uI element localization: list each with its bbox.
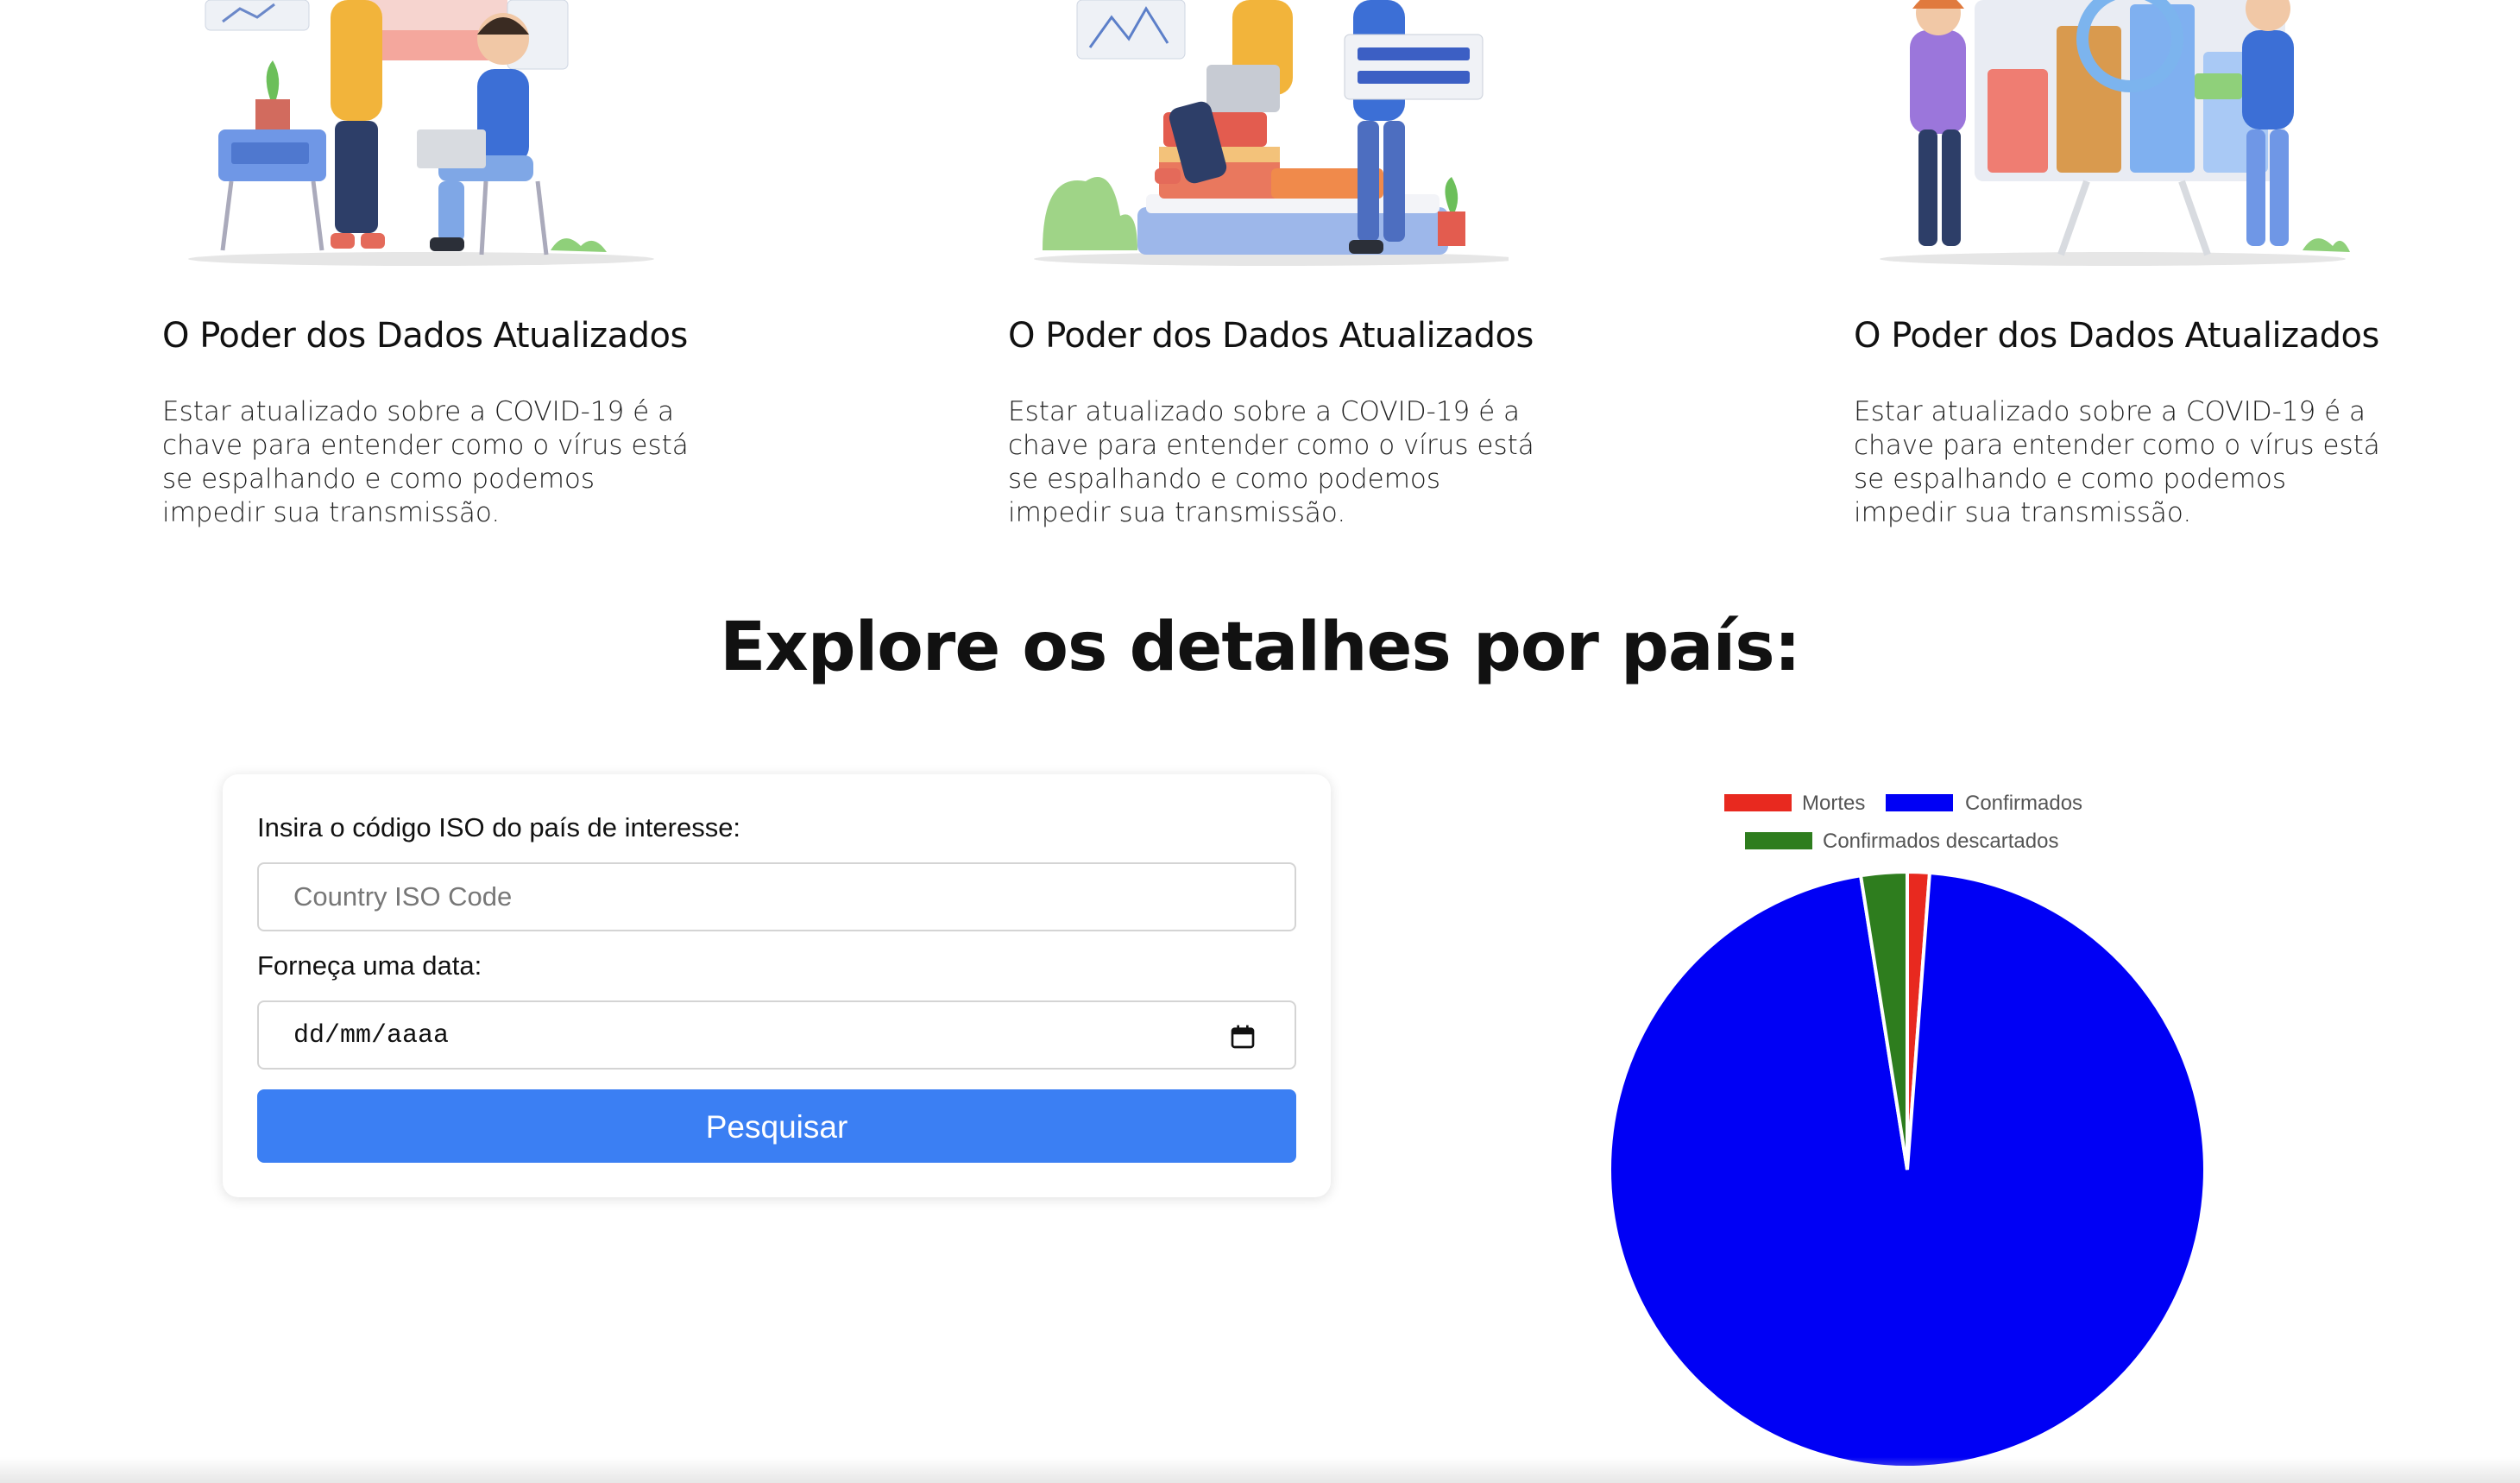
date-field[interactable]: dd/mm/aaaa <box>257 1000 1296 1070</box>
legend-swatch-deaths <box>1724 794 1792 811</box>
feature-description: Estar atualizado sobre a COVID-19 é a ch… <box>162 396 689 528</box>
legend-label-deaths: Mortes <box>1802 792 1866 815</box>
country-search-form: Insira o código ISO do país de interesse… <box>223 774 1331 1197</box>
date-input-placeholder[interactable]: dd/mm/aaaa <box>293 1021 449 1051</box>
legend-swatch-confirmed <box>1886 794 1953 811</box>
feature-title: O Poder dos Dados Atualizados <box>1008 316 1534 356</box>
iso-code-field[interactable] <box>257 862 1296 931</box>
legend-swatch-discarded <box>1745 832 1812 849</box>
feature-title: O Poder dos Dados Atualizados <box>1854 316 2379 356</box>
iso-code-input[interactable] <box>259 864 1295 930</box>
search-button[interactable]: Pesquisar <box>257 1089 1296 1163</box>
calendar-icon[interactable] <box>1229 1023 1257 1051</box>
feature-description: Estar atualizado sobre a COVID-19 é a ch… <box>1008 396 1534 528</box>
legend-label-confirmed: Confirmados <box>1965 792 2083 815</box>
books-laptop-illustration <box>1034 0 1509 266</box>
feature-description: Estar atualizado sobre a COVID-19 é a ch… <box>1854 396 2380 528</box>
iso-code-label: Insira o código ISO do país de interesse… <box>257 812 741 842</box>
legend-label-discarded: Confirmados descartados <box>1823 830 2059 853</box>
team-working-illustration <box>188 0 654 266</box>
covid-pie-chart <box>1608 869 2207 1469</box>
feature-title: O Poder dos Dados Atualizados <box>162 316 688 356</box>
section-title: Explore os detalhes por país: <box>720 609 1801 686</box>
date-label: Forneça uma data: <box>257 950 482 981</box>
data-analysis-illustration <box>1880 0 2350 266</box>
page-bottom-shadow <box>0 1457 2520 1483</box>
